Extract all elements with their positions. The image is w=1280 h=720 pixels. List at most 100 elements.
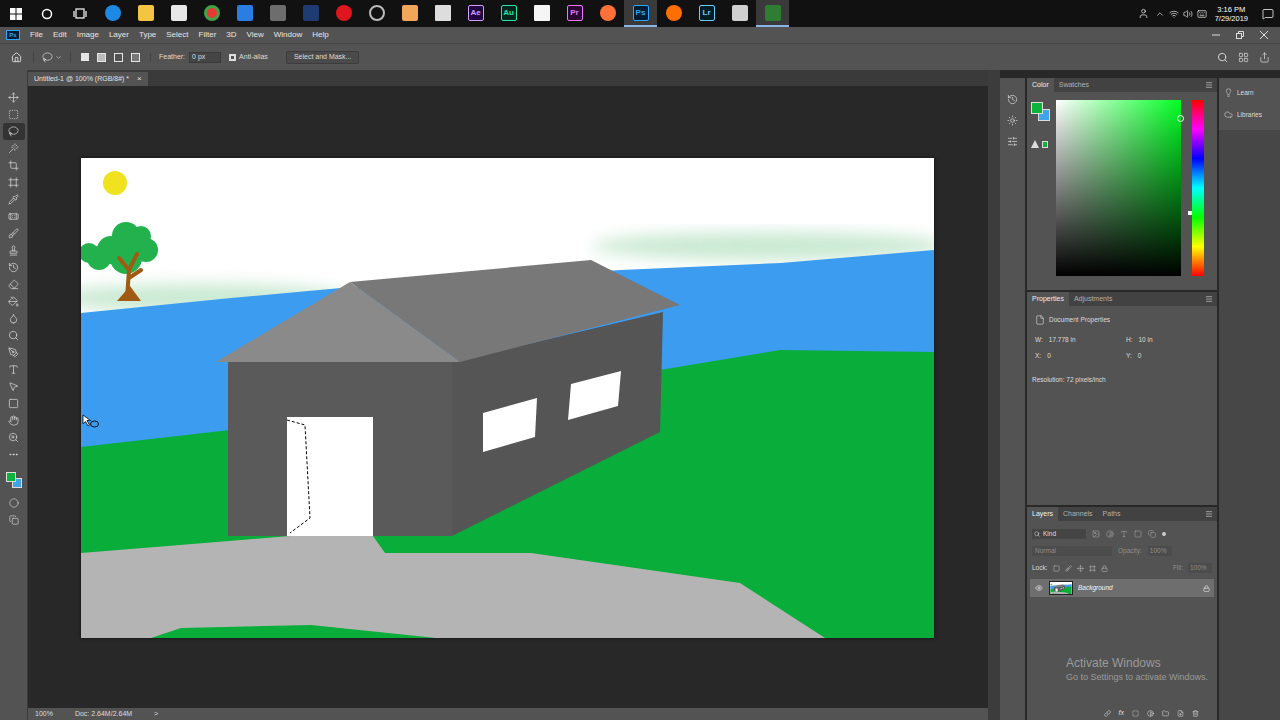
add-selection-icon[interactable] — [97, 53, 106, 62]
filter-toggle-icon[interactable] — [1162, 532, 1166, 536]
tool-button[interactable] — [3, 395, 25, 412]
wifi-icon[interactable] — [1169, 9, 1179, 19]
taskbar-app[interactable] — [657, 0, 690, 27]
tool-button[interactable] — [3, 361, 25, 378]
tool-button[interactable] — [3, 89, 25, 106]
lock-all-icon[interactable] — [1101, 565, 1108, 572]
taskbar-app[interactable]: Lr — [690, 0, 723, 27]
close-icon[interactable] — [1260, 31, 1268, 39]
taskbar-app[interactable]: Pr — [558, 0, 591, 27]
new-selection-icon[interactable] — [81, 53, 89, 61]
color-swatches[interactable] — [1031, 102, 1051, 122]
panel-menu-icon[interactable] — [1205, 295, 1213, 303]
taskbar-app[interactable]: Ps — [624, 0, 657, 27]
web-safe-swatch[interactable] — [1042, 141, 1048, 148]
smart-object-filter-icon[interactable] — [1148, 530, 1156, 538]
document-tab[interactable]: Untitled-1 @ 100% (RGB/8#) *× — [28, 72, 148, 86]
tool-button[interactable] — [3, 378, 25, 395]
delete-layer-icon[interactable] — [1192, 710, 1199, 717]
tool-button[interactable] — [3, 293, 25, 310]
more-tools-button[interactable] — [8, 446, 19, 462]
start-button[interactable] — [0, 0, 31, 27]
menu-item[interactable]: Image — [77, 29, 99, 41]
fill-input[interactable]: 100% — [1188, 563, 1212, 573]
taskbar-app[interactable] — [591, 0, 624, 27]
saturation-field[interactable] — [1056, 100, 1181, 276]
panel-tab[interactable]: Adjustments — [1069, 292, 1118, 306]
menu-item[interactable]: View — [247, 29, 264, 41]
menu-item[interactable]: Layer — [109, 29, 129, 41]
speaker-icon[interactable] — [1183, 9, 1193, 19]
panel-menu-icon[interactable] — [1205, 81, 1213, 89]
foreground-swatch[interactable] — [1031, 102, 1043, 114]
visibility-icon[interactable] — [1035, 584, 1043, 592]
tool-button[interactable] — [3, 276, 25, 293]
panel-tab[interactable]: Layers — [1027, 507, 1058, 521]
color-swatches[interactable] — [4, 468, 24, 492]
taskbar-app[interactable] — [525, 0, 558, 27]
color-picker-handle[interactable] — [1177, 115, 1184, 122]
levels-icon[interactable] — [1007, 136, 1018, 147]
side-panel-item[interactable]: Libraries — [1224, 110, 1275, 120]
taskbar-app[interactable] — [723, 0, 756, 27]
task-view-button[interactable] — [63, 0, 96, 27]
zoom-level[interactable]: 100% — [35, 709, 53, 720]
taskbar-app[interactable] — [195, 0, 228, 27]
tool-button[interactable] — [3, 310, 25, 327]
tool-button[interactable] — [3, 242, 25, 259]
notifications-icon[interactable] — [1262, 8, 1274, 20]
tool-button[interactable] — [3, 191, 25, 208]
home-icon[interactable] — [11, 52, 22, 63]
anti-alias-checkbox[interactable]: Anti-alias — [221, 52, 268, 63]
tool-button[interactable] — [3, 106, 25, 123]
property-field[interactable]: Y:0 — [1126, 351, 1217, 361]
screen-mode-button[interactable] — [9, 511, 19, 528]
pixel-filter-icon[interactable] — [1092, 530, 1100, 538]
taskbar-app[interactable] — [756, 0, 789, 27]
taskbar-app[interactable] — [129, 0, 162, 27]
panel-tab[interactable]: Channels — [1058, 507, 1098, 521]
taskbar-app[interactable] — [294, 0, 327, 27]
people-icon[interactable] — [1138, 8, 1149, 19]
adjustment-layer-icon[interactable] — [1147, 710, 1154, 717]
history-icon[interactable] — [1007, 94, 1018, 105]
restore-icon[interactable] — [1236, 31, 1244, 39]
link-layers-icon[interactable] — [1104, 710, 1111, 717]
taskbar-app[interactable] — [96, 0, 129, 27]
tool-button[interactable] — [3, 225, 25, 242]
property-field[interactable]: X:0 — [1035, 351, 1126, 361]
layer-style-button[interactable]: fx — [1119, 708, 1124, 719]
taskbar-app[interactable] — [393, 0, 426, 27]
blend-mode-select[interactable]: Normal — [1032, 546, 1112, 556]
type-filter-icon[interactable] — [1120, 530, 1128, 538]
taskbar-app[interactable]: Ae — [459, 0, 492, 27]
tool-button[interactable] — [3, 140, 25, 157]
menu-item[interactable]: Select — [166, 29, 188, 41]
panel-tab[interactable]: Paths — [1098, 507, 1126, 521]
panel-tab[interactable]: Swatches — [1054, 78, 1094, 92]
menu-item[interactable]: File — [30, 29, 43, 41]
tool-button[interactable] — [3, 174, 25, 191]
quick-mask-button[interactable] — [9, 494, 19, 511]
panel-tab[interactable]: Color — [1027, 78, 1054, 92]
lock-artboard-icon[interactable] — [1089, 565, 1096, 572]
search-icon[interactable] — [1217, 52, 1228, 63]
feather-input[interactable]: 0 px — [189, 52, 221, 63]
lock-image-icon[interactable] — [1065, 565, 1072, 572]
intersect-selection-icon[interactable] — [131, 53, 140, 62]
taskbar-app[interactable] — [327, 0, 360, 27]
document-tab-close[interactable]: × — [137, 75, 142, 83]
brightness-icon[interactable] — [1007, 115, 1018, 126]
side-panel-item[interactable]: Learn — [1224, 88, 1275, 98]
group-icon[interactable] — [1162, 710, 1169, 717]
layer-mask-icon[interactable] — [1132, 710, 1139, 717]
panel-menu-icon[interactable] — [1205, 510, 1213, 518]
canvas-artwork[interactable] — [81, 158, 934, 638]
canvas[interactable] — [81, 158, 934, 638]
select-and-mask-button[interactable]: Select and Mask... — [286, 51, 360, 64]
opacity-input[interactable]: 100% — [1148, 546, 1172, 556]
taskbar-app[interactable]: Au — [492, 0, 525, 27]
tool-button[interactable] — [3, 208, 25, 225]
adjustment-filter-icon[interactable] — [1106, 530, 1114, 538]
tray-expand-icon[interactable] — [1155, 9, 1165, 19]
